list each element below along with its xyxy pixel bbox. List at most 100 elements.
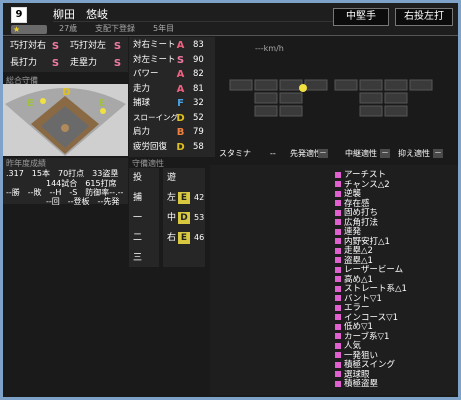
ability-item: アーチスト — [335, 170, 386, 180]
stat-label: 疲労回復 — [133, 141, 168, 152]
ability-icon — [335, 323, 341, 330]
ability-name: 走塁△2 — [344, 246, 373, 256]
skill-grade: S — [113, 58, 122, 69]
stat-label: パワー — [133, 69, 159, 79]
defense-value: 42 — [194, 193, 205, 202]
ability-item: 内野安打△1 — [335, 237, 390, 247]
name-bar: 柳田 悠岐 — [53, 8, 333, 22]
defense-position: 左 — [167, 193, 177, 203]
season-label: 昨年度成績 — [6, 159, 46, 168]
ability-icon — [335, 209, 341, 216]
ability-name: ストレート系△1 — [344, 284, 407, 294]
season-line-4: --回 --登板 --先発 — [46, 197, 120, 206]
season-line-1: .317 15本 70打点 33盗塁 — [6, 169, 119, 178]
ability-icon — [335, 228, 341, 235]
ability-icon — [335, 266, 341, 273]
pitch-chart — [229, 79, 433, 117]
defense-position: 右 — [167, 233, 177, 243]
ability-name: 低め▽1 — [344, 322, 373, 332]
skill-grade: S — [51, 58, 60, 69]
stamina-label: スタミナ — [219, 149, 251, 158]
position-marker — [100, 108, 106, 114]
lf-grade: E — [27, 98, 34, 109]
stat-label: 肩力 — [133, 127, 151, 137]
ability-name: カーブ系▽1 — [344, 331, 390, 342]
ability-item: 走塁△2 — [335, 246, 373, 256]
middle-label: 中継適性 — [345, 149, 377, 158]
pitch-marker — [299, 84, 307, 92]
ability-name: 連発 — [344, 227, 362, 237]
star-icon: ★ — [13, 25, 21, 34]
ability-icon — [335, 314, 341, 320]
ability-item: バント▽1 — [335, 294, 382, 304]
ability-icon — [335, 190, 341, 197]
stat-value: 82 — [193, 69, 204, 79]
ability-icon — [335, 285, 341, 292]
stat-value: 32 — [193, 98, 204, 108]
uniform-number: 9 — [11, 7, 27, 23]
stat-label: 対左ミート — [133, 54, 176, 65]
defense-grade: E — [178, 192, 190, 204]
stat-value: 90 — [193, 54, 204, 65]
stat-grade: B — [176, 127, 185, 138]
starter-value: ー — [318, 149, 328, 158]
handedness-box: 右投左打 — [395, 8, 453, 26]
defense-value: 53 — [194, 213, 205, 222]
defense-position: 捕 — [133, 193, 143, 203]
ability-icon — [335, 219, 341, 225]
ability-icon — [335, 342, 341, 349]
stat-label: 捕球 — [133, 98, 151, 108]
ability-icon — [335, 257, 341, 263]
player-age: 27歳 — [59, 24, 78, 33]
defense-position: 投 — [133, 173, 143, 183]
defense-position: 中 — [167, 213, 177, 223]
ability-item: 積極盗塁 — [335, 379, 378, 389]
skill-label: 走塁力 — [70, 58, 98, 68]
stat-grade: A — [176, 69, 185, 80]
ability-item: 選球眼 — [335, 370, 370, 380]
ability-name: レーザービーム — [344, 265, 404, 275]
ability-name: 積極スイング — [344, 360, 396, 370]
ability-name: 逆襲 — [344, 189, 362, 199]
defense-grade: E — [178, 232, 190, 244]
skill-grade: S — [51, 41, 60, 52]
player-header: 9 ★ 柳田 悠岐 27歳 支配下登録 5年目 中堅手 右投左打 — [3, 3, 458, 36]
player-status: 支配下登録 — [95, 24, 135, 33]
closer-value: ー — [433, 149, 443, 158]
ability-item: 積極スイング — [335, 360, 395, 370]
ability-item: 逆襲 — [335, 189, 361, 199]
ability-item: カーブ系▽1 — [335, 332, 389, 342]
ability-icon — [335, 333, 341, 339]
ability-icon — [335, 200, 341, 206]
stat-value: 58 — [193, 141, 204, 152]
ability-list-panel — [210, 165, 458, 395]
position-box: 中堅手 — [333, 8, 389, 26]
closer-label: 抑え適性 — [398, 149, 430, 158]
stat-value: 83 — [193, 40, 204, 50]
ability-name: 一発狙い — [344, 350, 379, 361]
stat-grade: D — [176, 141, 185, 153]
cf-grade: D — [62, 87, 71, 98]
ability-name: バント▽1 — [344, 293, 382, 304]
ability-icon — [335, 238, 341, 244]
ability-icon — [335, 247, 341, 254]
ability-name: 存在感 — [344, 198, 370, 209]
defense-position: 遊 — [167, 173, 177, 183]
stat-value: 79 — [193, 127, 204, 137]
ability-item: 固め打ち — [335, 208, 378, 218]
stat-grade: D — [176, 112, 185, 124]
skill-label: 長打力 — [10, 58, 38, 68]
skill-label: 巧打対右 — [10, 41, 47, 51]
ability-item: 高め△1 — [335, 275, 373, 285]
ability-icon — [335, 361, 341, 368]
stat-grade: F — [177, 98, 184, 109]
skill-grade: S — [113, 41, 122, 52]
ability-icon — [335, 276, 341, 282]
ability-icon — [335, 352, 341, 358]
ability-name: エラー — [344, 303, 370, 313]
stat-grade: A — [176, 40, 185, 51]
ability-item: 人気 — [335, 341, 361, 351]
stat-grade: S — [176, 54, 185, 66]
ability-name: インコース▽1 — [344, 312, 399, 323]
player-name: 柳田 悠岐 — [53, 8, 108, 21]
